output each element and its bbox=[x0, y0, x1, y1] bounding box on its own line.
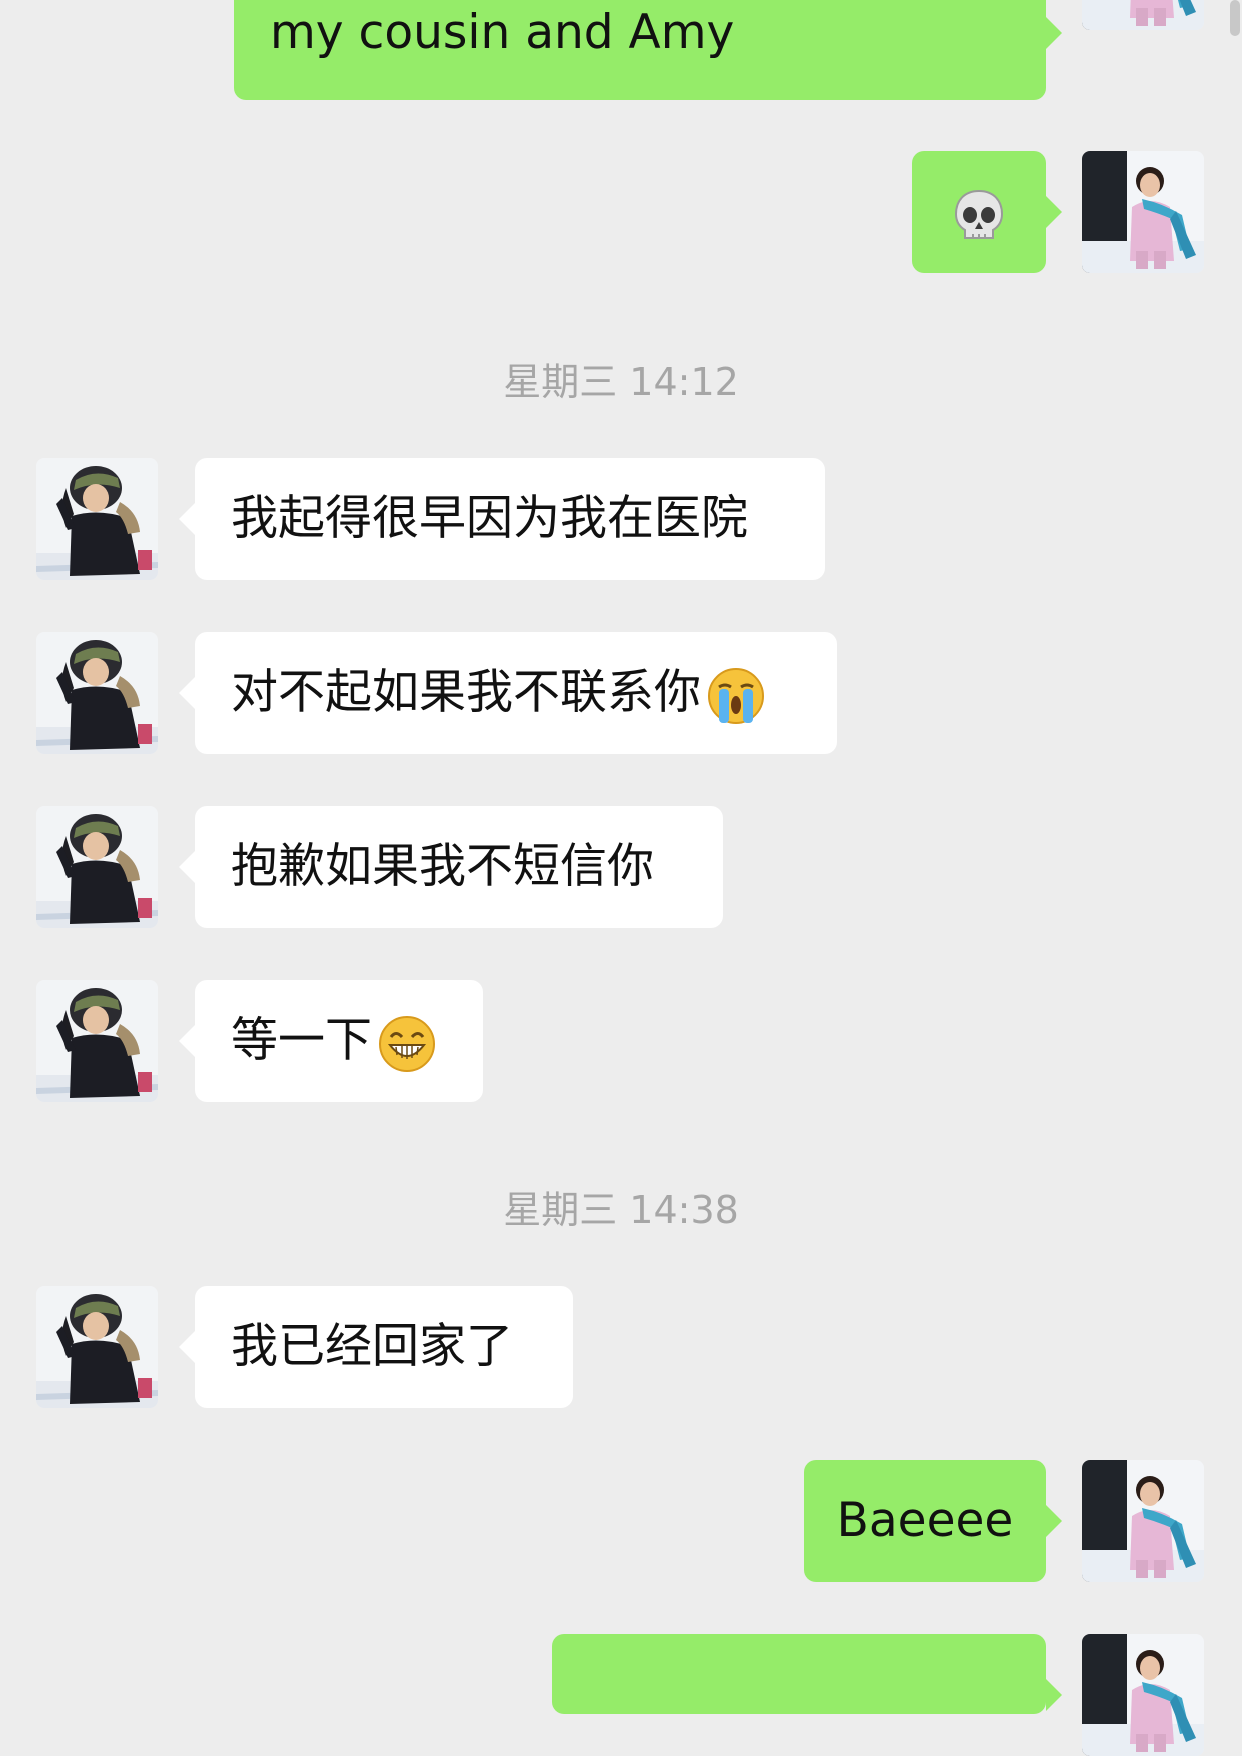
message-text: 我已经回家了 bbox=[231, 1319, 513, 1374]
scroll-indicator[interactable] bbox=[1230, 0, 1240, 36]
loudly-crying-face-emoji bbox=[708, 667, 764, 724]
contact-avatar[interactable] bbox=[36, 1286, 158, 1408]
message-text: Baeeee bbox=[836, 1493, 1014, 1548]
my-avatar[interactable] bbox=[1082, 0, 1204, 30]
contact-message-bubble[interactable]: 等一下 bbox=[179, 980, 483, 1102]
message-text: 我起得很早因为我在医院 bbox=[231, 491, 748, 546]
contact-avatar[interactable] bbox=[36, 806, 158, 928]
my-message-bubble[interactable] bbox=[912, 151, 1062, 273]
my-avatar[interactable] bbox=[1082, 1634, 1204, 1756]
message-text: 抱歉如果我不短信你 bbox=[231, 839, 654, 894]
message-text: 等一下 bbox=[231, 1013, 372, 1068]
contact-message-bubble[interactable]: 对不起如果我不联系你 bbox=[179, 632, 837, 754]
contact-avatar[interactable] bbox=[36, 632, 158, 754]
contact-avatar[interactable] bbox=[36, 458, 158, 580]
contact-message-bubble[interactable]: 抱歉如果我不短信你 bbox=[179, 806, 723, 928]
contact-message-bubble[interactable]: 我已经回家了 bbox=[179, 1286, 573, 1408]
contact-avatar[interactable] bbox=[36, 980, 158, 1102]
contact-message-bubble[interactable]: 我起得很早因为我在医院 bbox=[179, 458, 825, 580]
chat-timestamp: 星期三 14:12 bbox=[503, 360, 739, 404]
my-avatar[interactable] bbox=[1082, 1460, 1204, 1582]
message-text: my cousin and Amy bbox=[270, 5, 735, 60]
skull-emoji bbox=[954, 189, 1004, 239]
my-avatar[interactable] bbox=[1082, 151, 1204, 273]
my-message-bubble[interactable]: Baeeee bbox=[804, 1460, 1062, 1582]
message-text: 对不起如果我不联系你 bbox=[231, 665, 701, 720]
my-message-bubble[interactable]: my cousin and Amy bbox=[234, 0, 1062, 100]
grinning-face-emoji bbox=[379, 1015, 435, 1072]
chat-timestamp: 星期三 14:38 bbox=[503, 1188, 739, 1232]
my-message-bubble-partial[interactable] bbox=[552, 1634, 1062, 1714]
